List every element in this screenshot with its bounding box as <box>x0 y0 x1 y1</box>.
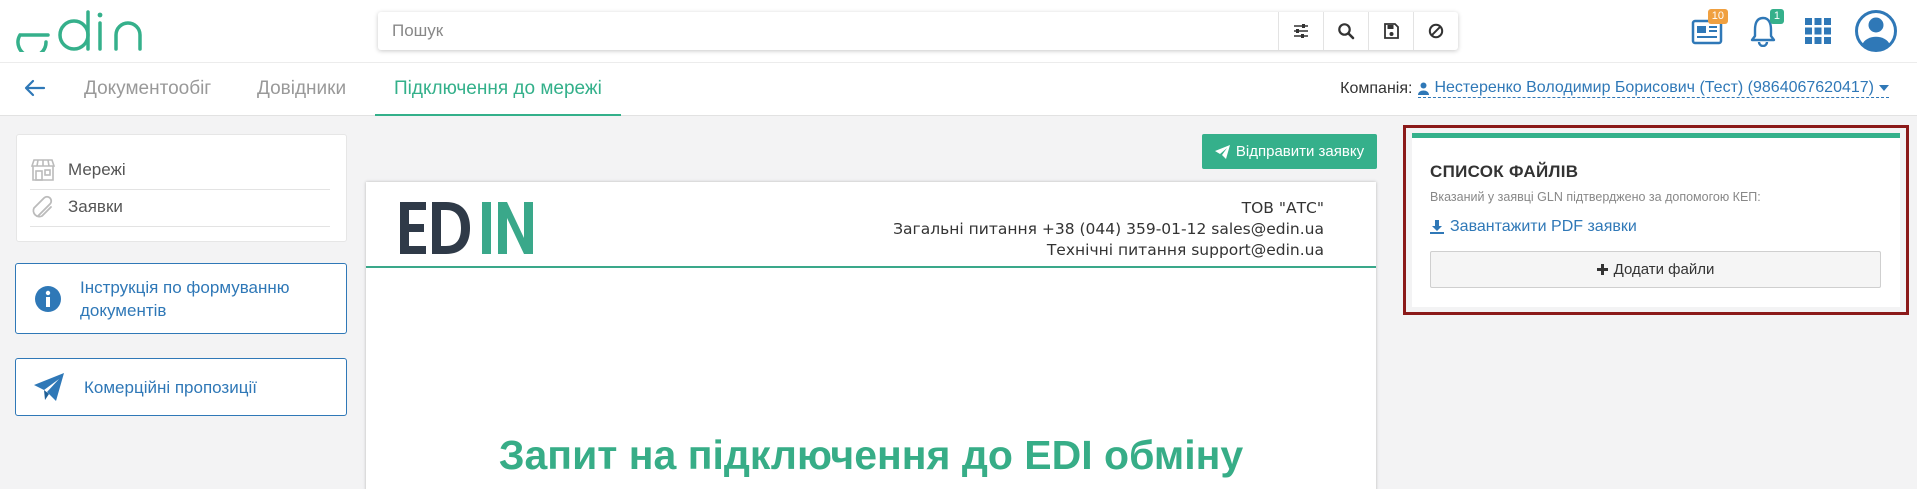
documents-badge: 10 <box>1707 9 1728 24</box>
edin-logo-mark <box>16 10 142 58</box>
ban-icon <box>1428 23 1444 39</box>
sidebar-item-requests[interactable]: Заявки <box>30 189 330 225</box>
caret-down-icon <box>1879 85 1889 91</box>
company-dropdown[interactable]: Нестеренко Володимир Борисович (Тест) (9… <box>1418 79 1889 98</box>
divider <box>30 226 330 227</box>
notifications-button[interactable]: 1 <box>1746 9 1784 48</box>
download-pdf-link[interactable]: Завантажити PDF заявки <box>1430 218 1637 236</box>
search-button[interactable] <box>1323 12 1368 50</box>
company-selector: Компанія: Нестеренко Володимир Борисович… <box>1340 79 1889 98</box>
document-company: ТОВ "АТС" <box>1241 199 1324 217</box>
save-search-button[interactable] <box>1368 12 1413 50</box>
instruction-label: Інструкція по формуванню документів <box>80 277 290 320</box>
document-contacts: ТОВ "АТС" Загальні питання +38 (044) 359… <box>893 198 1324 261</box>
notifications-badge: 1 <box>1769 9 1784 24</box>
sliders-icon <box>1294 24 1308 38</box>
edin-wordmark <box>400 202 533 254</box>
top-bar: 10 1 <box>0 0 1917 62</box>
request-document-preview: ТОВ "АТС" Загальні питання +38 (044) 359… <box>366 182 1376 489</box>
tab-directories[interactable]: Довідники <box>257 63 346 116</box>
nav-bar: Документообіг Довідники Підключення до м… <box>0 62 1917 116</box>
floppy-disk-icon <box>1384 23 1399 39</box>
document-header-divider <box>366 266 1376 268</box>
info-circle-icon <box>35 285 61 312</box>
store-icon <box>30 159 56 181</box>
add-files-button[interactable]: Додати файли <box>1430 251 1881 288</box>
download-icon <box>1430 220 1444 234</box>
paper-plane-icon <box>34 373 64 401</box>
plus-icon <box>1596 264 1608 275</box>
document-title: Запит на підключення до EDI обміну <box>498 432 1244 478</box>
filter-button[interactable] <box>1278 12 1323 50</box>
back-button[interactable] <box>24 77 46 104</box>
apps-button[interactable] <box>1801 14 1835 48</box>
send-request-label: Відправити заявку <box>1235 143 1365 160</box>
files-note: Вказаний у заявці GLN підтверджено за до… <box>1430 190 1761 204</box>
sidebar-item-networks[interactable]: Мережі <box>30 152 330 188</box>
send-request-button[interactable]: Відправити заявку <box>1202 134 1377 169</box>
search-bar <box>378 12 1458 50</box>
company-label: Компанія: <box>1340 79 1413 97</box>
add-files-label: Додати файли <box>1613 261 1715 278</box>
paperclip-icon <box>32 195 53 218</box>
files-title: СПИСОК ФАЙЛІВ <box>1430 162 1579 181</box>
document-general-contacts: Загальні питання +38 (044) 359-01-12 sal… <box>893 220 1324 238</box>
user-avatar-icon <box>1855 10 1897 52</box>
user-menu-button[interactable] <box>1853 8 1899 54</box>
edin-document-logo <box>400 200 542 261</box>
search-icon <box>1338 23 1355 40</box>
download-pdf-label: Завантажити PDF заявки <box>1450 218 1637 235</box>
edin-logo[interactable] <box>16 8 156 58</box>
tab-document-flow[interactable]: Документообіг <box>84 63 211 116</box>
search-input[interactable] <box>378 13 1278 49</box>
documents-button[interactable]: 10 <box>1690 9 1728 48</box>
document-tech-contacts: Технічні питання support@edin.ua <box>1046 241 1324 259</box>
user-icon <box>1418 82 1430 95</box>
commercial-offers-button[interactable]: Комерційні пропозиції <box>15 358 347 416</box>
sidebar-item-label: Мережі <box>68 160 126 179</box>
paper-plane-icon <box>1214 144 1230 159</box>
apps-grid-icon <box>1805 18 1831 44</box>
company-name: Нестеренко Володимир Борисович (Тест) (9… <box>1434 79 1874 96</box>
sidebar-item-label: Заявки <box>68 197 123 216</box>
tab-network-connection[interactable]: Підключення до мережі <box>375 63 621 116</box>
files-panel: СПИСОК ФАЙЛІВ Вказаний у заявці GLN підт… <box>1412 133 1900 307</box>
arrow-left-icon <box>24 79 46 97</box>
instruction-button[interactable]: Інструкція по формуванню документів <box>15 263 347 334</box>
offers-label: Комерційні пропозиції <box>84 377 257 397</box>
clear-search-button[interactable] <box>1413 12 1458 50</box>
